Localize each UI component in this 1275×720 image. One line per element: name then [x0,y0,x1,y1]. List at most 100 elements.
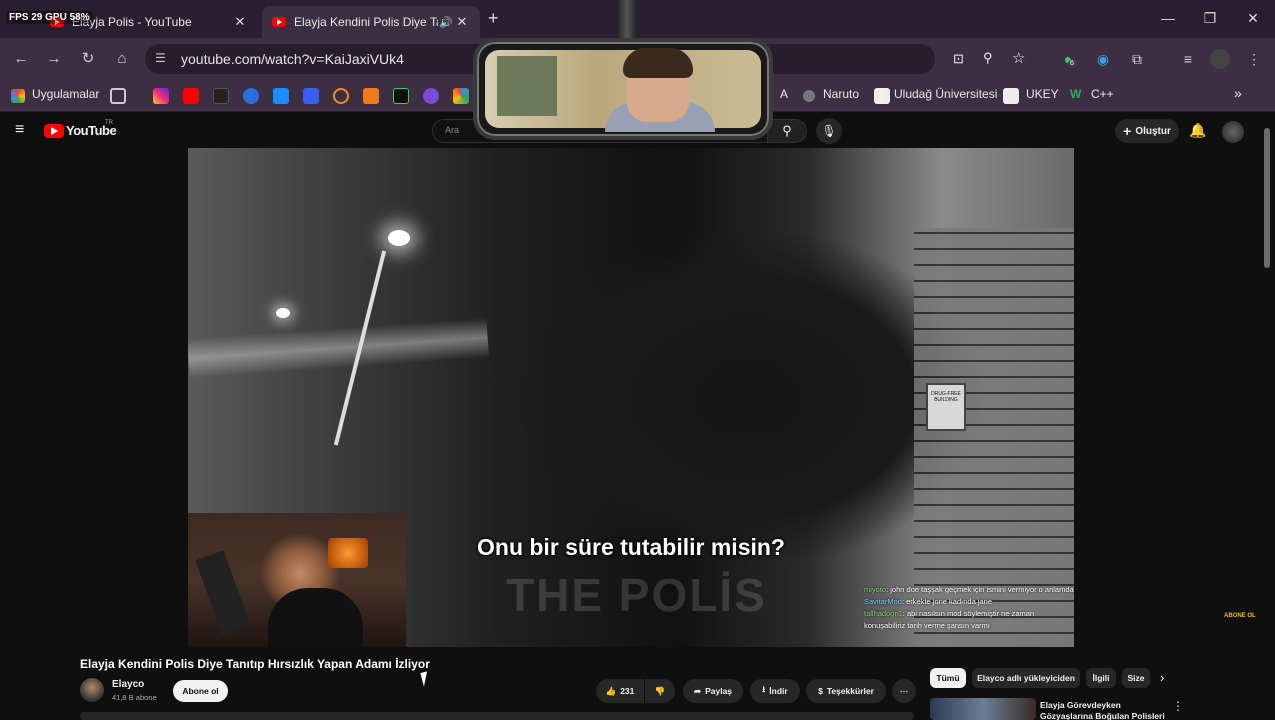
description-box-top [80,712,914,720]
account-avatar[interactable] [1222,121,1244,143]
street-lamp [276,308,290,318]
streamer-webcam [188,513,406,647]
bookmark-a[interactable]: A [780,87,788,101]
recommended-thumbnail[interactable] [930,698,1036,720]
channel-name[interactable]: Elayco [112,679,144,690]
download-button[interactable]: ⭳ İndir [750,679,800,703]
close-window-icon[interactable]: ✕ [1243,10,1263,27]
more-actions-button[interactable]: ⋯ [892,679,916,703]
maximize-icon[interactable]: ❐ [1200,10,1220,27]
minimize-icon[interactable]: — [1158,10,1178,26]
share-button[interactable]: ➦ Paylaş [683,679,743,703]
subscribe-button[interactable]: Abone ol [173,680,228,702]
close-tab-icon[interactable]: ✕ [232,14,248,30]
bookmark-apps[interactable]: Uygulamalar [32,87,99,101]
site-info-icon[interactable]: ☰ [155,51,166,65]
extensions-puzzle-icon[interactable]: ⧉ [1127,49,1147,69]
fps-overlay: FPS 29 GPU 58% [6,11,93,24]
plus-icon: + [1123,123,1132,139]
share-icon: ➦ [693,685,702,696]
search-button[interactable]: ⚲ [767,119,807,143]
hamburger-menu-icon[interactable]: ≡ [15,121,24,139]
play-triangle-icon [51,127,58,135]
chat-text: : erkekte jone kadında jane [901,597,992,606]
super-thanks-icon: $ [818,686,823,696]
search-placeholder: Ara [445,125,460,135]
thumbs-down-icon: 👎 [654,685,666,696]
w-bookmark-icon[interactable]: W [1070,87,1081,101]
chip-all[interactable]: Tümü [930,668,966,688]
chevron-right-icon[interactable]: › [1160,670,1164,685]
instagram-icon[interactable] [153,88,169,104]
chip-for-you[interactable]: Size [1122,668,1150,688]
zoom-icon[interactable]: ⚲ [983,50,993,66]
forward-icon[interactable]: → [44,49,64,69]
bookmark-uludag[interactable]: Uludağ Üniversitesi [894,87,997,101]
voice-search-button[interactable]: 🎙 [816,118,842,144]
bookmark-naruto[interactable]: Naruto [823,87,859,101]
microphone-icon: 🎙 [821,124,837,138]
bookmark-icon-6[interactable] [303,88,319,104]
c-bookmark-icon[interactable] [273,88,289,104]
profile-avatar[interactable] [1210,49,1230,69]
check-bookmark-icon[interactable] [243,88,259,104]
chat-user: miyoto [864,585,887,594]
install-app-icon[interactable]: ⊡ [953,51,964,67]
dislike-button[interactable]: 👎 [645,679,675,703]
grid-bookmark-icon[interactable] [110,88,126,104]
home-icon[interactable]: ⌂ [112,49,132,69]
naruto-icon[interactable] [803,90,815,102]
chip-from-uploader[interactable]: Elayco adlı yükleyiciden [972,668,1080,688]
menu-kebab-icon[interactable]: ⋮ [1244,49,1264,69]
hepsiburada-icon[interactable] [363,88,379,104]
bookmark-icon-7[interactable] [333,88,349,104]
new-tab-button[interactable]: + [488,8,499,29]
notifications-bell-icon[interactable]: 🔔 [1189,122,1206,139]
reload-icon[interactable]: ↻ [78,49,98,69]
bookmark-cpp[interactable]: C++ [1091,87,1114,101]
bookmark-ukey[interactable]: UKEY [1026,87,1059,101]
bookmark-icon-10[interactable] [423,88,439,104]
notion-bookmark-icon[interactable] [213,88,229,104]
thanks-button[interactable]: $ Teşekkürler [806,679,886,703]
more-bookmarks-icon[interactable]: » [1234,85,1242,101]
region-code: TR [105,120,113,126]
channel-avatar[interactable] [80,678,104,702]
recommended-menu-icon[interactable]: ⋮ [1172,699,1184,713]
youtube-favicon-icon [272,17,286,27]
close-tab-icon[interactable]: ✕ [454,14,470,30]
video-player[interactable]: DRUG-FREE BUILDING THE POLİS Onu bir sür… [188,148,1074,647]
tab-strip: FPS 29 GPU 58% Elayja Polis - YouTube ✕ … [0,0,1275,38]
page-icon[interactable] [874,88,890,104]
url-text[interactable]: youtube.com/watch?v=KaiJaxiVUk4 [181,51,404,67]
speaker-icon[interactable]: 🔊 [438,16,454,29]
back-icon[interactable]: ← [11,49,31,69]
bookmark-icon-11[interactable] [453,88,469,104]
kick-icon[interactable] [393,88,409,104]
building-sign: DRUG-FREE BUILDING [926,383,966,431]
shazam-extension-icon[interactable]: ◉ [1093,49,1113,69]
like-button[interactable]: 👍 231 [596,679,644,703]
subscriber-count: 41,8 B abone [112,693,157,702]
extension-shield-icon[interactable]: ● [1058,49,1078,69]
video-title: Elayja Kendini Polis Diye Tanıtıp Hırsız… [80,657,430,671]
create-button[interactable]: + Oluştur [1115,119,1179,143]
chat-message: miyoto: john doe taşşak geçmek için ismi… [864,584,1074,596]
apps-grid-icon[interactable] [11,89,25,103]
recommended-title[interactable]: Elayja Görevdeyken Gözyaşlarına Boğulan … [1040,700,1170,720]
rearview-mirror-facecam [473,38,773,140]
chat-user: SavitarMod [864,597,902,606]
tab-title: Elayja Polis - YouTube [72,15,192,29]
bookmark-star-icon[interactable]: ☆ [1012,49,1025,67]
page-scrollbar[interactable] [1264,128,1270,268]
facecam-shelf [497,56,557,116]
chat-message: tallhadogn1: abi nasılsın mod söylemişti… [864,608,1074,632]
chat-text: : john doe taşşak geçmek için ismini ver… [886,585,1074,594]
tab-active-video[interactable]: Elayja Kendini Polis Diye Tanıtıp 🔊 ✕ [262,6,480,38]
road-lights [188,317,490,379]
facecam-hair [623,48,693,78]
chip-related[interactable]: İlgili [1086,668,1116,688]
page-icon[interactable] [1003,88,1019,104]
media-control-icon[interactable]: ≡ [1178,49,1198,69]
youtube-bookmark-icon[interactable] [183,88,199,104]
